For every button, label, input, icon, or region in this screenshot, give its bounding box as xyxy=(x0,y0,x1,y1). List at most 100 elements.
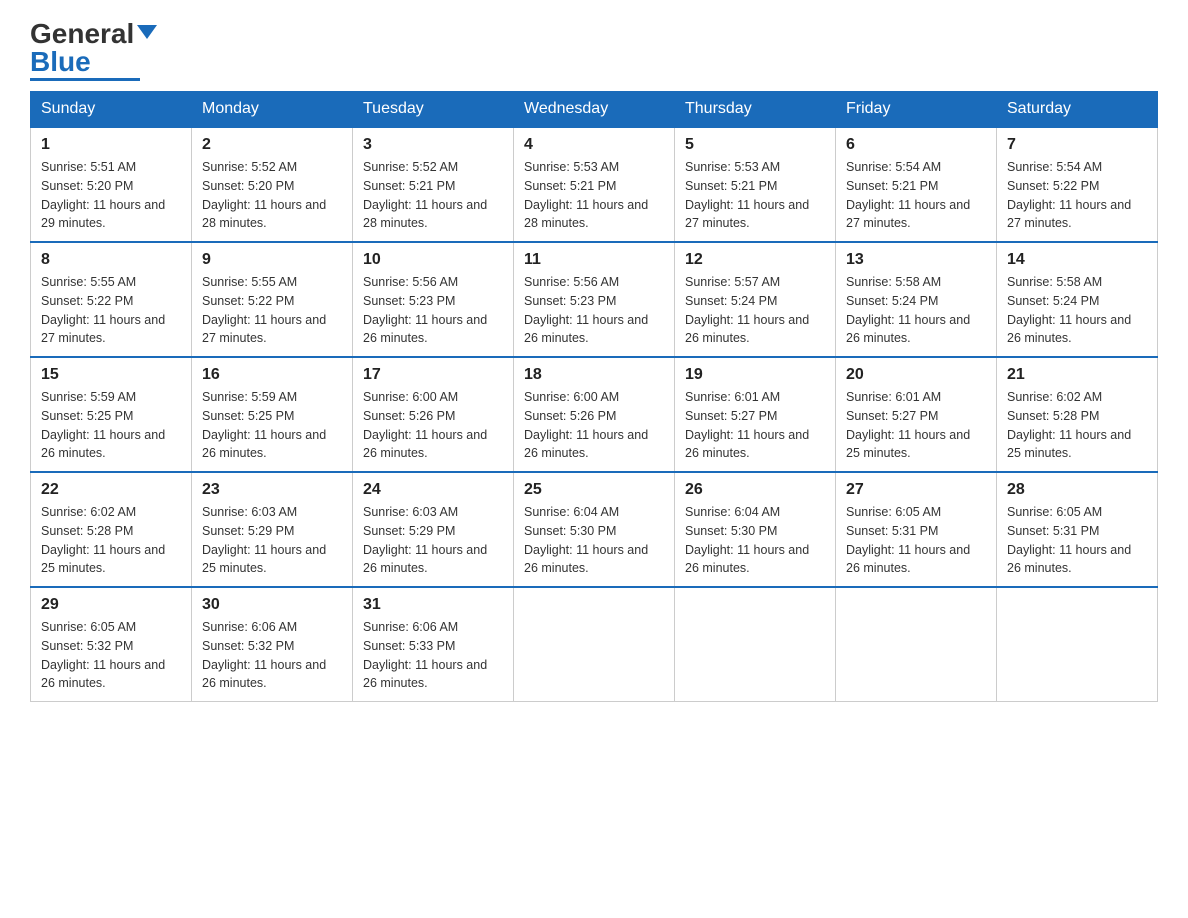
day-info: Sunrise: 6:05 AM Sunset: 5:32 PM Dayligh… xyxy=(41,618,181,693)
day-info: Sunrise: 5:52 AM Sunset: 5:21 PM Dayligh… xyxy=(363,158,503,233)
calendar-week-row: 15 Sunrise: 5:59 AM Sunset: 5:25 PM Dayl… xyxy=(31,357,1158,472)
calendar-week-row: 8 Sunrise: 5:55 AM Sunset: 5:22 PM Dayli… xyxy=(31,242,1158,357)
day-number: 20 xyxy=(846,366,986,384)
calendar-day-cell: 5 Sunrise: 5:53 AM Sunset: 5:21 PM Dayli… xyxy=(675,127,836,242)
day-number: 7 xyxy=(1007,136,1147,154)
calendar-day-cell: 23 Sunrise: 6:03 AM Sunset: 5:29 PM Dayl… xyxy=(192,472,353,587)
day-info: Sunrise: 5:58 AM Sunset: 5:24 PM Dayligh… xyxy=(1007,273,1147,348)
calendar-day-cell: 7 Sunrise: 5:54 AM Sunset: 5:22 PM Dayli… xyxy=(997,127,1158,242)
day-info: Sunrise: 6:01 AM Sunset: 5:27 PM Dayligh… xyxy=(846,388,986,463)
day-number: 30 xyxy=(202,596,342,614)
calendar-day-cell: 31 Sunrise: 6:06 AM Sunset: 5:33 PM Dayl… xyxy=(353,587,514,702)
day-number: 17 xyxy=(363,366,503,384)
calendar-day-cell: 26 Sunrise: 6:04 AM Sunset: 5:30 PM Dayl… xyxy=(675,472,836,587)
day-info: Sunrise: 5:59 AM Sunset: 5:25 PM Dayligh… xyxy=(202,388,342,463)
calendar-day-cell: 12 Sunrise: 5:57 AM Sunset: 5:24 PM Dayl… xyxy=(675,242,836,357)
calendar-day-cell: 18 Sunrise: 6:00 AM Sunset: 5:26 PM Dayl… xyxy=(514,357,675,472)
day-number: 13 xyxy=(846,251,986,269)
calendar-day-cell: 20 Sunrise: 6:01 AM Sunset: 5:27 PM Dayl… xyxy=(836,357,997,472)
weekday-header-friday: Friday xyxy=(836,92,997,128)
day-number: 28 xyxy=(1007,481,1147,499)
day-number: 9 xyxy=(202,251,342,269)
empty-cell xyxy=(675,587,836,702)
day-info: Sunrise: 6:06 AM Sunset: 5:32 PM Dayligh… xyxy=(202,618,342,693)
day-info: Sunrise: 6:04 AM Sunset: 5:30 PM Dayligh… xyxy=(524,503,664,578)
day-info: Sunrise: 5:52 AM Sunset: 5:20 PM Dayligh… xyxy=(202,158,342,233)
day-info: Sunrise: 6:05 AM Sunset: 5:31 PM Dayligh… xyxy=(1007,503,1147,578)
day-info: Sunrise: 5:55 AM Sunset: 5:22 PM Dayligh… xyxy=(41,273,181,348)
day-info: Sunrise: 5:59 AM Sunset: 5:25 PM Dayligh… xyxy=(41,388,181,463)
day-info: Sunrise: 5:51 AM Sunset: 5:20 PM Dayligh… xyxy=(41,158,181,233)
page-header: General Blue xyxy=(30,20,1158,81)
day-info: Sunrise: 6:01 AM Sunset: 5:27 PM Dayligh… xyxy=(685,388,825,463)
calendar-day-cell: 25 Sunrise: 6:04 AM Sunset: 5:30 PM Dayl… xyxy=(514,472,675,587)
calendar-day-cell: 6 Sunrise: 5:54 AM Sunset: 5:21 PM Dayli… xyxy=(836,127,997,242)
logo-triangle-icon xyxy=(137,25,157,39)
day-number: 10 xyxy=(363,251,503,269)
empty-cell xyxy=(514,587,675,702)
day-info: Sunrise: 5:55 AM Sunset: 5:22 PM Dayligh… xyxy=(202,273,342,348)
day-info: Sunrise: 6:03 AM Sunset: 5:29 PM Dayligh… xyxy=(363,503,503,578)
calendar-week-row: 29 Sunrise: 6:05 AM Sunset: 5:32 PM Dayl… xyxy=(31,587,1158,702)
calendar-day-cell: 3 Sunrise: 5:52 AM Sunset: 5:21 PM Dayli… xyxy=(353,127,514,242)
day-number: 1 xyxy=(41,136,181,154)
day-number: 14 xyxy=(1007,251,1147,269)
day-info: Sunrise: 6:00 AM Sunset: 5:26 PM Dayligh… xyxy=(363,388,503,463)
day-number: 27 xyxy=(846,481,986,499)
calendar-day-cell: 14 Sunrise: 5:58 AM Sunset: 5:24 PM Dayl… xyxy=(997,242,1158,357)
weekday-header-monday: Monday xyxy=(192,92,353,128)
calendar-day-cell: 8 Sunrise: 5:55 AM Sunset: 5:22 PM Dayli… xyxy=(31,242,192,357)
day-number: 3 xyxy=(363,136,503,154)
empty-cell xyxy=(836,587,997,702)
day-info: Sunrise: 6:02 AM Sunset: 5:28 PM Dayligh… xyxy=(1007,388,1147,463)
day-info: Sunrise: 5:58 AM Sunset: 5:24 PM Dayligh… xyxy=(846,273,986,348)
calendar-day-cell: 15 Sunrise: 5:59 AM Sunset: 5:25 PM Dayl… xyxy=(31,357,192,472)
day-info: Sunrise: 5:54 AM Sunset: 5:22 PM Dayligh… xyxy=(1007,158,1147,233)
calendar-week-row: 1 Sunrise: 5:51 AM Sunset: 5:20 PM Dayli… xyxy=(31,127,1158,242)
day-number: 16 xyxy=(202,366,342,384)
logo: General Blue xyxy=(30,20,157,81)
day-number: 21 xyxy=(1007,366,1147,384)
day-number: 31 xyxy=(363,596,503,614)
day-info: Sunrise: 5:56 AM Sunset: 5:23 PM Dayligh… xyxy=(363,273,503,348)
day-number: 26 xyxy=(685,481,825,499)
calendar-week-row: 22 Sunrise: 6:02 AM Sunset: 5:28 PM Dayl… xyxy=(31,472,1158,587)
logo-blue-text: Blue xyxy=(30,48,157,76)
day-number: 19 xyxy=(685,366,825,384)
calendar-day-cell: 1 Sunrise: 5:51 AM Sunset: 5:20 PM Dayli… xyxy=(31,127,192,242)
day-info: Sunrise: 6:00 AM Sunset: 5:26 PM Dayligh… xyxy=(524,388,664,463)
calendar-day-cell: 21 Sunrise: 6:02 AM Sunset: 5:28 PM Dayl… xyxy=(997,357,1158,472)
day-number: 4 xyxy=(524,136,664,154)
day-info: Sunrise: 5:54 AM Sunset: 5:21 PM Dayligh… xyxy=(846,158,986,233)
day-info: Sunrise: 6:05 AM Sunset: 5:31 PM Dayligh… xyxy=(846,503,986,578)
calendar-day-cell: 16 Sunrise: 5:59 AM Sunset: 5:25 PM Dayl… xyxy=(192,357,353,472)
day-number: 18 xyxy=(524,366,664,384)
day-number: 29 xyxy=(41,596,181,614)
day-info: Sunrise: 6:06 AM Sunset: 5:33 PM Dayligh… xyxy=(363,618,503,693)
weekday-header-row: SundayMondayTuesdayWednesdayThursdayFrid… xyxy=(31,92,1158,128)
day-info: Sunrise: 5:57 AM Sunset: 5:24 PM Dayligh… xyxy=(685,273,825,348)
calendar-day-cell: 4 Sunrise: 5:53 AM Sunset: 5:21 PM Dayli… xyxy=(514,127,675,242)
calendar-day-cell: 28 Sunrise: 6:05 AM Sunset: 5:31 PM Dayl… xyxy=(997,472,1158,587)
weekday-header-tuesday: Tuesday xyxy=(353,92,514,128)
day-info: Sunrise: 5:53 AM Sunset: 5:21 PM Dayligh… xyxy=(685,158,825,233)
weekday-header-saturday: Saturday xyxy=(997,92,1158,128)
calendar-day-cell: 11 Sunrise: 5:56 AM Sunset: 5:23 PM Dayl… xyxy=(514,242,675,357)
day-number: 5 xyxy=(685,136,825,154)
calendar-day-cell: 17 Sunrise: 6:00 AM Sunset: 5:26 PM Dayl… xyxy=(353,357,514,472)
day-number: 15 xyxy=(41,366,181,384)
day-number: 22 xyxy=(41,481,181,499)
calendar-day-cell: 13 Sunrise: 5:58 AM Sunset: 5:24 PM Dayl… xyxy=(836,242,997,357)
day-number: 24 xyxy=(363,481,503,499)
day-number: 6 xyxy=(846,136,986,154)
day-number: 11 xyxy=(524,251,664,269)
day-number: 2 xyxy=(202,136,342,154)
day-info: Sunrise: 5:56 AM Sunset: 5:23 PM Dayligh… xyxy=(524,273,664,348)
calendar-day-cell: 10 Sunrise: 5:56 AM Sunset: 5:23 PM Dayl… xyxy=(353,242,514,357)
logo-general-text: General xyxy=(30,20,134,48)
calendar-day-cell: 19 Sunrise: 6:01 AM Sunset: 5:27 PM Dayl… xyxy=(675,357,836,472)
day-number: 12 xyxy=(685,251,825,269)
day-info: Sunrise: 6:02 AM Sunset: 5:28 PM Dayligh… xyxy=(41,503,181,578)
day-number: 8 xyxy=(41,251,181,269)
calendar-day-cell: 9 Sunrise: 5:55 AM Sunset: 5:22 PM Dayli… xyxy=(192,242,353,357)
